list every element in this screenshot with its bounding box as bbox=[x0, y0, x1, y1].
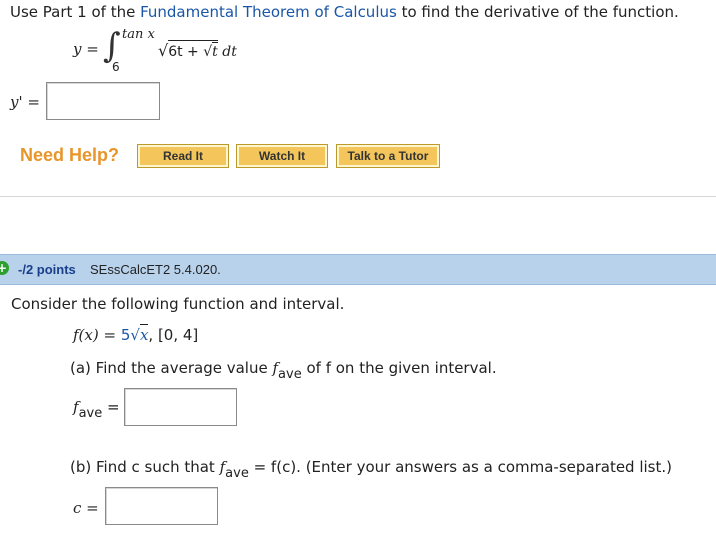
fave-input[interactable] bbox=[124, 388, 237, 426]
q1-instructions: Use Part 1 of the Fundamental Theorem of… bbox=[10, 3, 679, 21]
upper-limit: tan x bbox=[122, 27, 155, 42]
talk-to-tutor-button[interactable]: Talk to a Tutor bbox=[336, 144, 440, 168]
q2-intro: Consider the following function and inte… bbox=[11, 295, 345, 313]
need-help-label: Need Help? bbox=[20, 145, 120, 165]
part-b-sub: ave bbox=[225, 466, 249, 481]
y-prime-input[interactable] bbox=[46, 82, 160, 120]
func-coef: 5 bbox=[120, 326, 131, 344]
fave-label: fave = bbox=[73, 398, 120, 421]
dt-label: dt bbox=[222, 44, 237, 60]
part-a-text: (a) Find the average value fave of f on … bbox=[70, 359, 497, 382]
f-ave-sub: ave bbox=[278, 367, 302, 382]
c-label: c = bbox=[73, 499, 99, 517]
ftc-link[interactable]: Fundamental Theorem of Calculus bbox=[140, 3, 397, 21]
read-it-label: Read It bbox=[162, 149, 203, 163]
func-radical: √ bbox=[130, 326, 140, 344]
q1-y-lhs: y = bbox=[73, 40, 99, 58]
integrand-b: t bbox=[212, 42, 218, 60]
c-input[interactable] bbox=[105, 487, 218, 525]
radicand: 6t + √t bbox=[168, 40, 218, 60]
watch-it-button[interactable]: Watch It bbox=[236, 144, 328, 168]
q1-instr-pre: Use Part 1 of the bbox=[10, 3, 141, 21]
fave-eq: = bbox=[107, 398, 120, 416]
watch-it-label: Watch It bbox=[258, 149, 306, 163]
integrand: √6t + √t dt bbox=[158, 40, 237, 60]
fave-f: f bbox=[73, 398, 79, 416]
fave-sub: ave bbox=[78, 406, 103, 421]
part-a-pre: (a) Find the average value bbox=[70, 359, 273, 377]
function-line: f(x) = 5√x, [0, 4] bbox=[73, 324, 198, 344]
part-b-text: (b) Find c such that fave = f(c). (Enter… bbox=[70, 458, 672, 481]
answer-label: y' = bbox=[10, 93, 40, 111]
lower-limit: 6 bbox=[112, 60, 120, 74]
part-a-post: of f on the given interval. bbox=[301, 359, 497, 377]
section-divider bbox=[0, 196, 716, 197]
radical-sign: √ bbox=[158, 41, 169, 60]
read-it-button[interactable]: Read It bbox=[137, 144, 229, 168]
talk-to-tutor-label: Talk to a Tutor bbox=[347, 149, 429, 163]
q1-instr-post: to find the derivative of the function. bbox=[396, 3, 679, 21]
inner-radical: √ bbox=[203, 44, 213, 60]
integrand-a: 6t + bbox=[168, 44, 204, 60]
func-lhs: f(x) = bbox=[73, 326, 121, 344]
part-b-pre: (b) Find c such that bbox=[70, 458, 220, 476]
part-b-post: = f(c). (Enter your answers as a comma-s… bbox=[248, 458, 672, 476]
func-interval: , [0, 4] bbox=[148, 326, 199, 344]
question-code: SEssCalcET2 5.4.020. bbox=[90, 262, 221, 277]
points-label: -/2 points bbox=[18, 262, 76, 277]
